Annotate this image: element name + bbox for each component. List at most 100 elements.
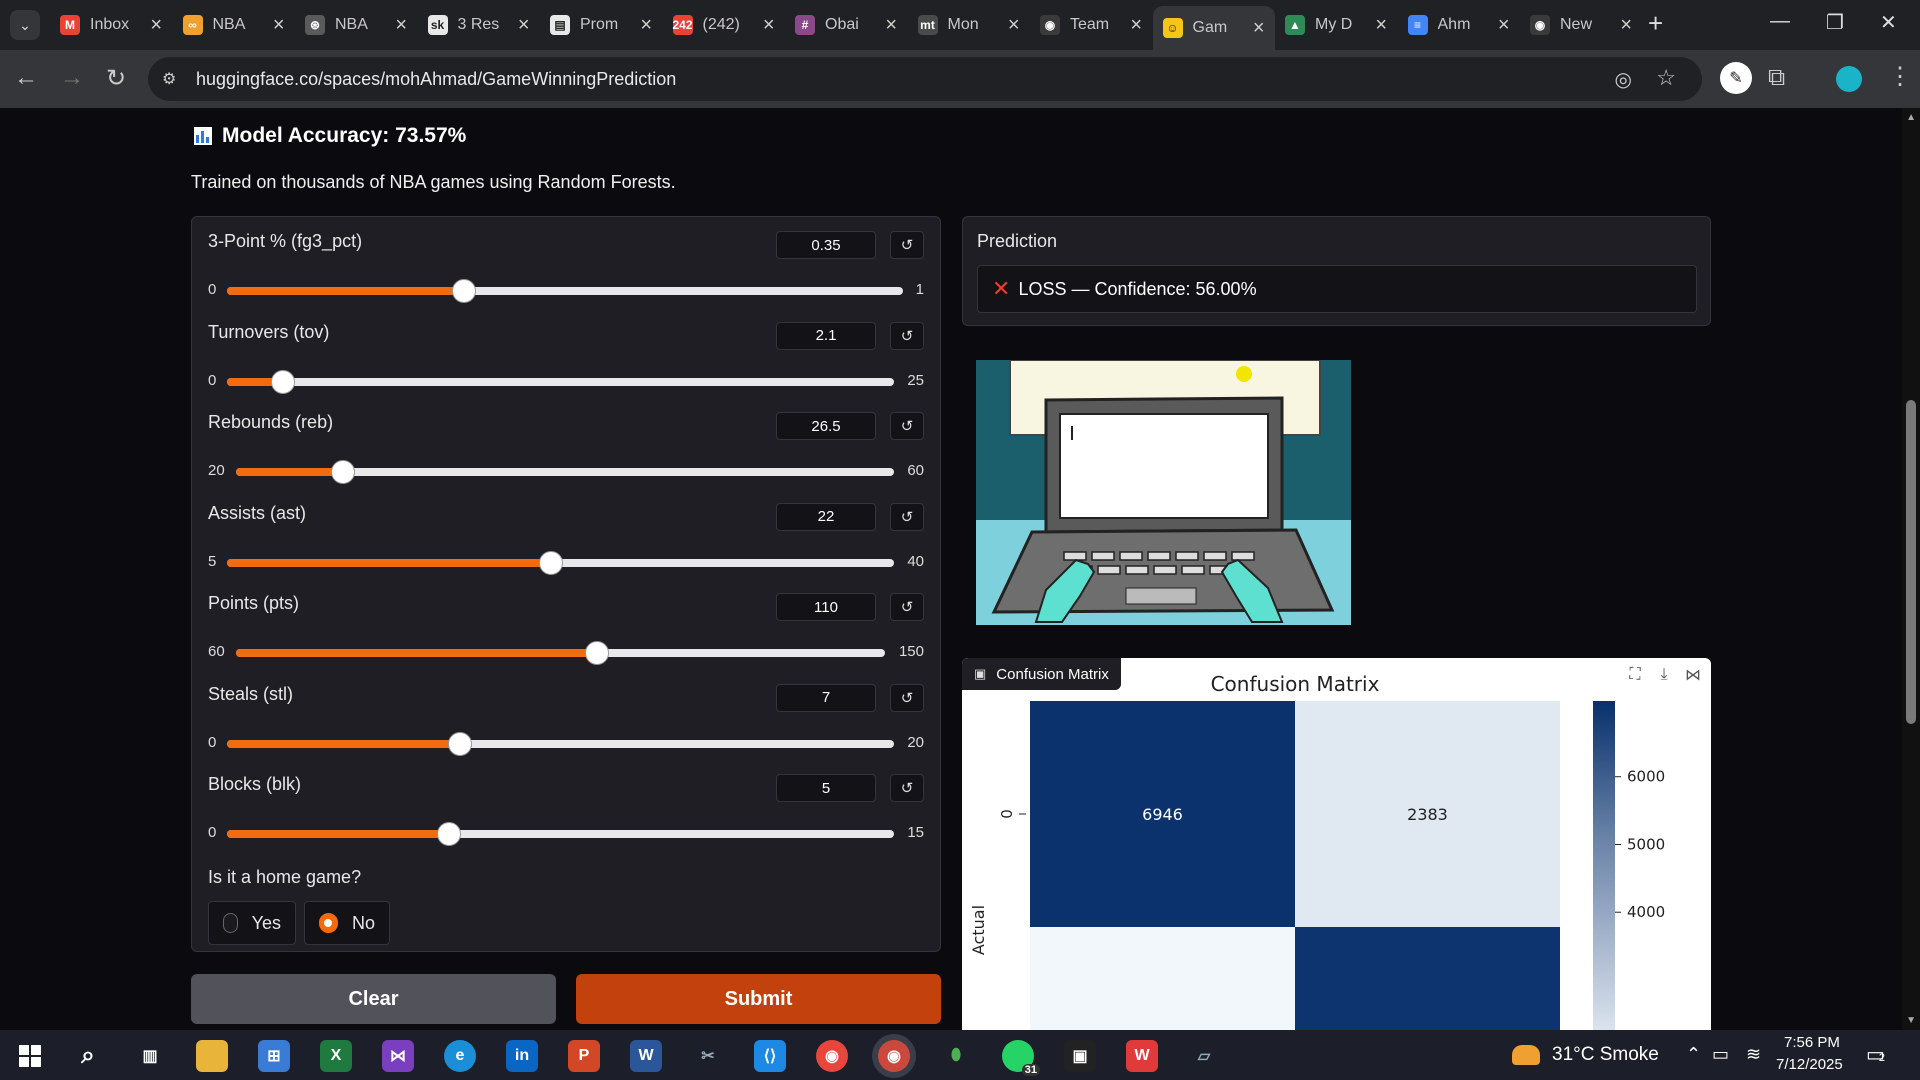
- whatsapp-icon[interactable]: 31: [1002, 1040, 1040, 1076]
- tab[interactable]: M Inbox ×: [50, 8, 172, 42]
- tab[interactable]: ∞ NBA ×: [173, 8, 295, 42]
- tray-chevron-up-icon[interactable]: ⌃: [1686, 1044, 1701, 1065]
- notes-app-icon[interactable]: ▱: [1188, 1040, 1220, 1072]
- slider-number-input[interactable]: 110: [776, 593, 876, 621]
- slider-track[interactable]: [236, 460, 894, 484]
- mongodb-icon[interactable]: ⬮: [940, 1040, 972, 1072]
- slider-number-input[interactable]: 22: [776, 502, 876, 531]
- submit-button[interactable]: Submit: [576, 974, 941, 1024]
- tab[interactable]: mt Mon ×: [908, 8, 1030, 42]
- word-icon[interactable]: W: [630, 1040, 662, 1072]
- weather-widget[interactable]: 31°C Smoke: [1512, 1044, 1659, 1066]
- vscode-icon[interactable]: ⟨⟩: [754, 1040, 786, 1072]
- slider-thumb[interactable]: [448, 731, 473, 756]
- minimize-icon[interactable]: —: [1770, 10, 1790, 33]
- clock-time[interactable]: 7:56 PM: [1784, 1034, 1840, 1051]
- tab-close-icon[interactable]: ×: [273, 14, 285, 37]
- clock-date[interactable]: 7/12/2025: [1776, 1056, 1843, 1073]
- windows-start-icon[interactable]: [14, 1040, 46, 1072]
- slider-number-input[interactable]: 5: [776, 774, 876, 802]
- slider-track[interactable]: [227, 731, 894, 756]
- file-explorer-icon[interactable]: [196, 1040, 228, 1072]
- tab[interactable]: ≡ Ahm ×: [1398, 8, 1520, 42]
- slider-track[interactable]: [227, 822, 894, 846]
- back-arrow-icon[interactable]: ←: [14, 64, 38, 92]
- clear-button[interactable]: Clear: [191, 974, 556, 1024]
- scroll-up-arrow-icon[interactable]: ▲: [1906, 112, 1916, 123]
- slider-thumb[interactable]: [437, 822, 462, 846]
- tab[interactable]: ⊛ NBA ×: [295, 8, 417, 42]
- radio-no-circle[interactable]: [319, 913, 338, 933]
- tab[interactable]: ☺ Gam ×: [1152, 6, 1275, 50]
- edge-icon[interactable]: e: [444, 1040, 476, 1072]
- radio-yes[interactable]: Yes: [208, 901, 296, 945]
- tab[interactable]: # Obai ×: [785, 8, 907, 42]
- slider-thumb[interactable]: [271, 369, 296, 394]
- excel-icon[interactable]: X: [320, 1040, 352, 1072]
- page-scrollbar[interactable]: ▲ ▼: [1902, 108, 1920, 1030]
- task-view-icon[interactable]: ▥: [134, 1040, 166, 1072]
- download-icon[interactable]: ⤓: [1651, 662, 1677, 688]
- tab-close-icon[interactable]: ×: [1375, 14, 1387, 37]
- tab-close-icon[interactable]: ×: [1008, 14, 1020, 37]
- tab-close-icon[interactable]: ×: [150, 14, 162, 37]
- tab[interactable]: ▤ Prom ×: [540, 8, 662, 42]
- slider-number-input[interactable]: 26.5: [776, 412, 876, 440]
- tab[interactable]: ◉ Team ×: [1030, 8, 1152, 42]
- scroll-down-arrow-icon[interactable]: ▼: [1906, 1015, 1916, 1026]
- radio-yes-circle[interactable]: [223, 913, 238, 933]
- restore-icon[interactable]: ❐: [1826, 10, 1844, 35]
- reset-icon[interactable]: ↺: [890, 412, 924, 440]
- slider-number-input[interactable]: 2.1: [776, 321, 876, 350]
- chrome-active-icon[interactable]: ◉: [878, 1040, 910, 1072]
- tab-close-icon[interactable]: ×: [395, 14, 407, 37]
- eyedropper-extension-icon[interactable]: ✎: [1720, 62, 1752, 94]
- visual-studio-icon[interactable]: ⋈: [382, 1040, 414, 1072]
- slider-thumb[interactable]: [538, 550, 563, 575]
- reset-icon[interactable]: ↺: [890, 502, 924, 531]
- tab-close-icon[interactable]: ×: [885, 14, 897, 37]
- new-tab-button[interactable]: +: [1648, 8, 1663, 39]
- notification-icon[interactable]: ▭2: [1866, 1042, 1885, 1067]
- extensions-puzzle-icon[interactable]: ⧉: [1768, 64, 1785, 92]
- chrome-icon[interactable]: ◉: [816, 1040, 848, 1072]
- slider-number-input[interactable]: 7: [776, 683, 876, 712]
- scroll-thumb[interactable]: [1906, 400, 1916, 724]
- reset-icon[interactable]: ↺: [890, 321, 924, 350]
- slider-track[interactable]: [227, 550, 894, 575]
- battery-icon[interactable]: ▭: [1712, 1044, 1729, 1065]
- site-settings-icon[interactable]: ⚙: [162, 69, 186, 89]
- slider-track[interactable]: [227, 369, 894, 394]
- tab[interactable]: sk 3 Res ×: [418, 8, 540, 42]
- slider-track[interactable]: [236, 641, 885, 665]
- slider-thumb[interactable]: [330, 460, 355, 484]
- tab-close-icon[interactable]: ×: [1498, 14, 1510, 37]
- search-icon[interactable]: ⌕: [72, 1040, 104, 1072]
- tab-close-icon[interactable]: ×: [1253, 17, 1265, 40]
- slider-thumb[interactable]: [451, 279, 476, 303]
- wifi-icon[interactable]: ≋: [1746, 1044, 1761, 1065]
- radio-no[interactable]: No: [304, 901, 390, 945]
- capcut-icon[interactable]: ▣: [1064, 1040, 1096, 1072]
- slider-track[interactable]: [227, 279, 903, 303]
- slider-thumb[interactable]: [584, 641, 609, 665]
- microsoft-store-icon[interactable]: ⊞: [258, 1040, 290, 1072]
- snipping-tool-icon[interactable]: ✂: [692, 1040, 724, 1072]
- share-icon[interactable]: ⋈: [1680, 662, 1706, 688]
- powerpoint-icon[interactable]: P: [568, 1040, 600, 1072]
- tab[interactable]: ▲ My D ×: [1275, 8, 1397, 42]
- url-text[interactable]: huggingface.co/spaces/mohAhmad/GameWinni…: [196, 69, 676, 90]
- tab[interactable]: ◉ New ×: [1520, 8, 1642, 42]
- browser-menu-icon[interactable]: ⋮: [1888, 62, 1912, 91]
- tab-close-icon[interactable]: ×: [640, 14, 652, 37]
- tab-close-icon[interactable]: ×: [518, 14, 530, 37]
- address-bar[interactable]: ⚙ huggingface.co/spaces/mohAhmad/GameWin…: [148, 57, 1702, 101]
- tab-search-button[interactable]: ⌄: [10, 10, 40, 40]
- bookmark-star-icon[interactable]: ☆: [1656, 65, 1676, 91]
- eye-off-icon[interactable]: ◎: [1615, 67, 1632, 92]
- reset-icon[interactable]: ↺: [890, 683, 924, 712]
- forward-arrow-icon[interactable]: →: [60, 64, 84, 92]
- tab[interactable]: 242 (242) ×: [663, 8, 785, 42]
- tab-close-icon[interactable]: ×: [1130, 14, 1142, 37]
- reset-icon[interactable]: ↺: [890, 774, 924, 802]
